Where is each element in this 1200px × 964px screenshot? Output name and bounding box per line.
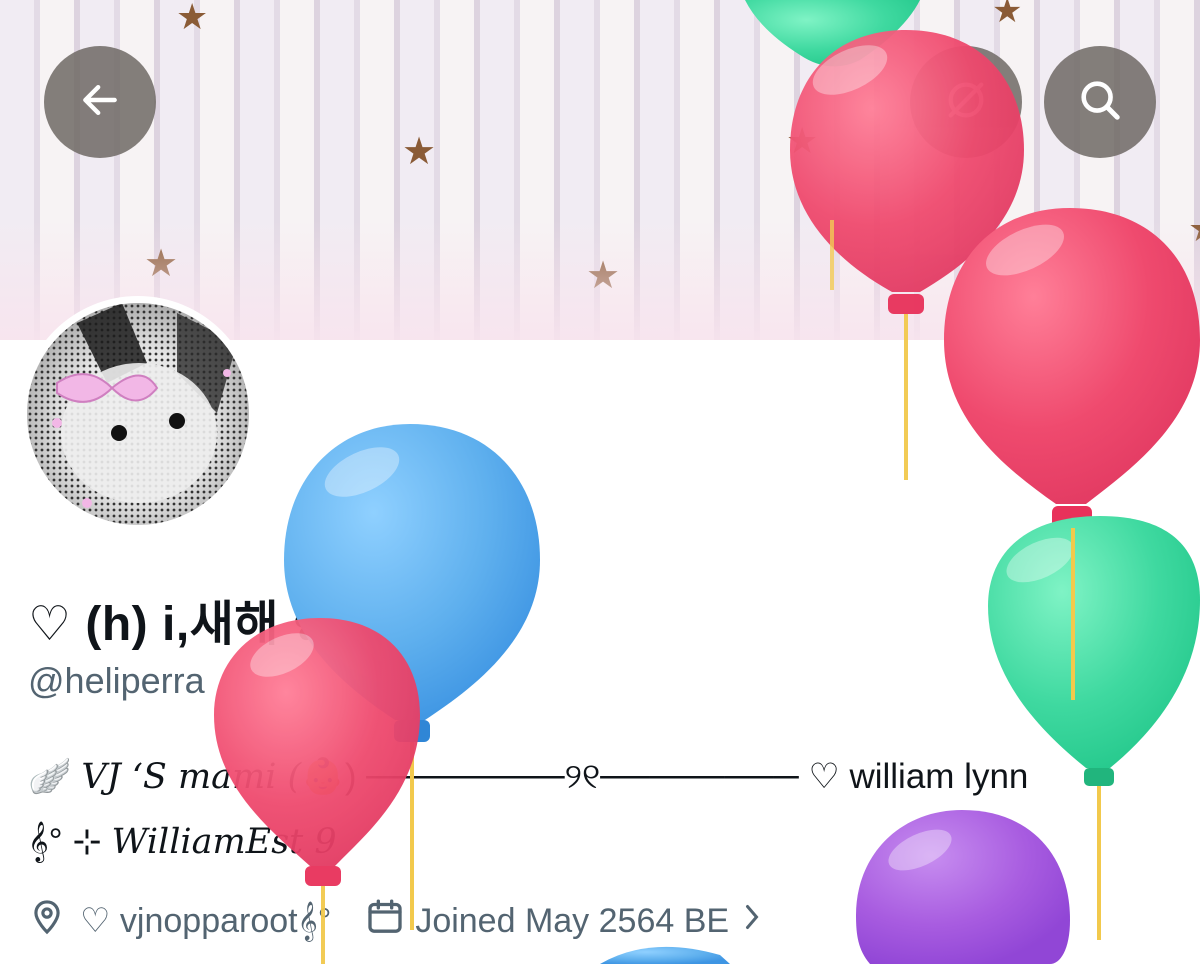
star-decoration: ★ — [786, 121, 819, 162]
back-button[interactable] — [44, 46, 156, 158]
bio-mention[interactable]: WilliamEst 9 — [111, 822, 336, 862]
baby-emoji: 👶 — [301, 757, 345, 796]
star-decoration: ★ — [176, 0, 209, 38]
star-decoration: ★ — [586, 253, 621, 297]
arrow-left-icon — [78, 78, 122, 127]
bio-line-1: 🪽 VJ ‘S mami (👶) ────────୨୧──────── ♡ wi… — [28, 756, 1028, 797]
search-button[interactable] — [1044, 46, 1156, 158]
location-text: ♡ vjnopparoot𝄞° — [80, 902, 332, 940]
chevron-right-icon — [741, 902, 763, 941]
bio-text: ) ────────୨୧──────── ♡ william lynn — [344, 757, 1029, 796]
calendar-icon — [365, 897, 405, 946]
profile-meta: ♡ vjnopparoot𝄞° Joined May 2564 BE — [28, 896, 763, 946]
bio-script-text: VJ ‘S mami ( — [81, 757, 302, 797]
display-name: ♡ (h) i,새해 ✿ ◞° — [28, 598, 387, 651]
join-date: Joined May 2564 BE — [365, 897, 763, 946]
location-pin-icon — [28, 896, 66, 947]
profile-banner[interactable]: ★ ★ ★ ★ ★ ★ ★ ★ — [0, 0, 1200, 340]
grok-icon — [943, 77, 989, 128]
join-date-text: Joined May 2564 BE — [415, 901, 730, 940]
bio-symbols: 𝄞° ⊹ — [28, 822, 102, 861]
location: ♡ vjnopparoot𝄞° — [28, 896, 331, 947]
search-icon — [1077, 77, 1123, 128]
avatar[interactable] — [20, 296, 256, 532]
wing-emoji: 🪽 — [28, 757, 72, 796]
avatar-image — [27, 303, 249, 525]
star-decoration: ★ — [1008, 287, 1041, 328]
star-decoration: ★ — [992, 0, 1023, 31]
star-decoration: ★ — [1188, 212, 1200, 248]
user-handle: @heliperra — [28, 660, 205, 701]
star-decoration: ★ — [144, 241, 179, 285]
grok-button[interactable] — [910, 46, 1022, 158]
star-decoration: ★ — [402, 129, 437, 173]
bio-line-2: 𝄞° ⊹ WilliamEst 9 — [28, 822, 337, 862]
